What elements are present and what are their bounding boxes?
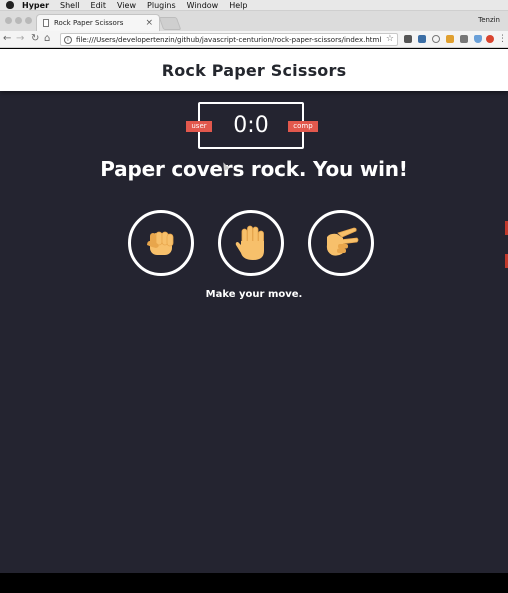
- tab-close-icon[interactable]: ×: [145, 18, 153, 28]
- rock-button[interactable]: [128, 210, 194, 276]
- bookmark-star-icon[interactable]: ☆: [386, 34, 394, 44]
- home-button[interactable]: ⌂: [44, 33, 50, 45]
- info-icon[interactable]: i: [64, 35, 72, 44]
- page-viewport: Rock Paper Scissors 0:0 user comp Paper …: [0, 49, 508, 573]
- document-icon: [43, 19, 49, 27]
- menu-app-name[interactable]: Hyper: [22, 0, 49, 11]
- forward-button[interactable]: →: [16, 33, 24, 45]
- maximize-window-icon[interactable]: [25, 17, 32, 24]
- extension-icon-7[interactable]: [486, 35, 494, 43]
- scoreboard: 0:0 user comp: [186, 102, 318, 149]
- menu-plugins[interactable]: Plugins: [147, 0, 176, 11]
- apple-icon[interactable]: [6, 1, 14, 9]
- scissors-hand-icon: [326, 227, 359, 256]
- browser-tab-bar: Rock Paper Scissors × Tenzin: [0, 11, 508, 31]
- page-title: Rock Paper Scissors: [161, 60, 347, 80]
- profile-name[interactable]: Tenzin: [478, 16, 500, 24]
- menu-shell[interactable]: Shell: [60, 0, 80, 11]
- minimize-window-icon[interactable]: [15, 17, 22, 24]
- browser-toolbar: ← → ↻ ⌂ i file:///Users/developertenzin/…: [0, 31, 508, 48]
- url-text[interactable]: file:///Users/developertenzin/github/jav…: [76, 36, 381, 44]
- more-menu-icon[interactable]: ⋮: [498, 33, 507, 45]
- extension-icon-5[interactable]: [460, 35, 468, 43]
- result-message: Paper covers rock. You win!: [100, 157, 408, 181]
- make-move-prompt: Make your move.: [205, 289, 303, 300]
- menu-view[interactable]: View: [117, 0, 136, 11]
- menu-edit[interactable]: Edit: [91, 0, 107, 11]
- macos-menu-bar: Hyper Shell Edit View Plugins Window Hel…: [0, 0, 508, 11]
- reload-button[interactable]: ↻: [31, 33, 39, 45]
- bottom-bar: [0, 573, 508, 593]
- close-window-icon[interactable]: [5, 17, 12, 24]
- tab-title: Rock Paper Scissors: [54, 19, 124, 27]
- page-header: Rock Paper Scissors: [0, 49, 508, 91]
- address-bar[interactable]: i file:///Users/developertenzin/github/j…: [60, 33, 398, 46]
- score: 0:0: [233, 113, 269, 138]
- paper-button[interactable]: [218, 210, 284, 276]
- user-badge: user: [186, 121, 212, 132]
- scissors-button[interactable]: [308, 210, 374, 276]
- extension-icon-3[interactable]: [432, 35, 440, 43]
- extension-icon-4[interactable]: [446, 35, 454, 43]
- fist-icon: [147, 231, 174, 255]
- menu-help[interactable]: Help: [229, 0, 247, 11]
- extension-icon-2[interactable]: [418, 35, 426, 43]
- new-tab-button[interactable]: [158, 17, 182, 30]
- extension-icon-6[interactable]: [474, 35, 482, 43]
- browser-tab[interactable]: Rock Paper Scissors ×: [36, 14, 160, 31]
- comp-badge: comp: [288, 121, 318, 132]
- menu-window[interactable]: Window: [187, 0, 219, 11]
- open-hand-icon: [235, 225, 264, 260]
- back-button[interactable]: ←: [3, 33, 11, 45]
- extension-icon-1[interactable]: [404, 35, 412, 43]
